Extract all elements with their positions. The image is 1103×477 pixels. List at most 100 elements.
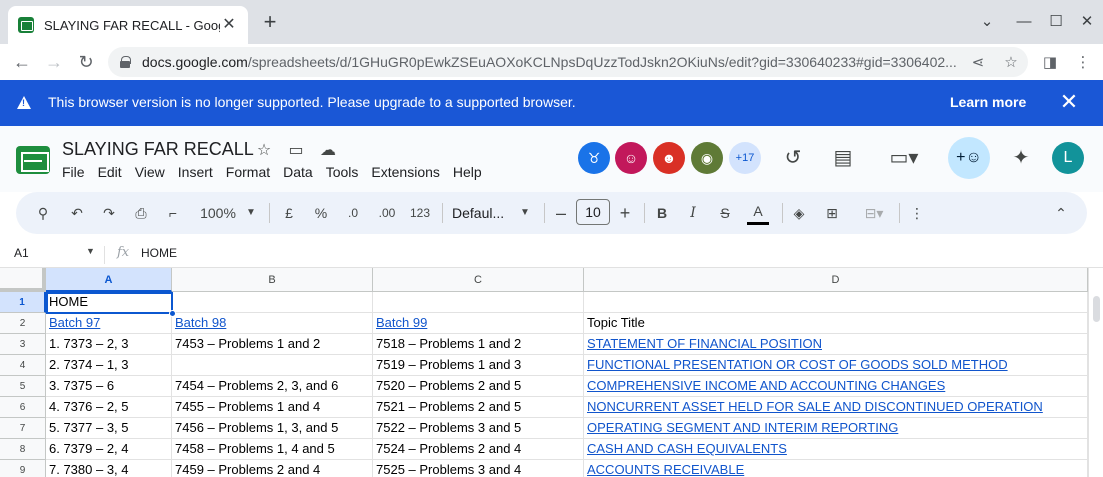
print-icon[interactable]: ⎙ — [130, 201, 152, 225]
zoom-chevron-down-icon[interactable]: ▼ — [244, 201, 258, 225]
more-options-icon[interactable]: ⋮ — [907, 201, 927, 225]
table-cell[interactable]: HOME — [46, 292, 172, 313]
gemini-sparkle-icon[interactable]: ✦ — [1006, 143, 1036, 173]
table-cell[interactable] — [172, 292, 373, 313]
close-window-icon[interactable]: ✕ — [1075, 10, 1099, 34]
browser-menu-icon[interactable]: ⋮ — [1072, 52, 1094, 74]
font-size-input[interactable]: 10 — [576, 199, 610, 225]
close-banner-icon[interactable]: ✕ — [1058, 90, 1080, 114]
menu-file[interactable]: File — [62, 164, 85, 180]
fill-handle[interactable] — [169, 310, 176, 317]
learn-more-link[interactable]: Learn more — [950, 94, 1026, 110]
close-tab-icon[interactable]: ✕ — [220, 16, 238, 34]
fill-color-icon[interactable]: ◈ — [788, 201, 810, 225]
more-collaborators-badge[interactable]: +17 — [729, 142, 761, 174]
browser-tab[interactable]: SLAYING FAR RECALL - Google Sh ✕ — [8, 6, 248, 44]
menu-insert[interactable]: Insert — [178, 164, 213, 180]
table-cell[interactable]: 7453 – Problems 1 and 2 — [172, 334, 373, 355]
table-cell-link[interactable]: NONCURRENT ASSET HELD FOR SALE AND DISCO… — [584, 397, 1088, 418]
table-cell-link[interactable]: Batch 98 — [172, 313, 373, 334]
table-cell[interactable]: 6. 7379 – 2, 4 — [46, 439, 172, 460]
table-cell[interactable]: 3. 7375 – 6 — [46, 376, 172, 397]
share-button[interactable]: +☺ — [948, 137, 990, 179]
increase-decimal-button[interactable]: .00 — [373, 201, 401, 225]
merge-cells-icon[interactable]: ⊟▾ — [854, 201, 894, 225]
collaborator-avatar-dog-icon[interactable]: ☻ — [653, 142, 685, 174]
document-title[interactable]: SLAYING FAR RECALL — [62, 139, 254, 160]
table-cell[interactable]: 7454 – Problems 2, 3, and 6 — [172, 376, 373, 397]
meet-video-icon[interactable]: ▭▾ — [880, 143, 928, 173]
name-box-chevron-down-icon[interactable]: ▼ — [86, 246, 95, 256]
column-header-b[interactable]: B — [172, 268, 373, 292]
menu-help[interactable]: Help — [453, 164, 482, 180]
font-chevron-down-icon[interactable]: ▼ — [518, 201, 532, 225]
table-cell-link[interactable]: ACCOUNTS RECEIVABLE — [584, 460, 1088, 477]
menu-data[interactable]: Data — [283, 164, 313, 180]
table-cell[interactable]: 7525 – Problems 3 and 4 — [373, 460, 584, 477]
undo-icon[interactable]: ↶ — [66, 201, 88, 225]
menu-tools[interactable]: Tools — [326, 164, 359, 180]
address-bar[interactable]: docs.google.com/spreadsheets/d/1GHuGR0pE… — [108, 47, 1028, 77]
menu-format[interactable]: Format — [226, 164, 270, 180]
minimize-icon[interactable]: — — [1012, 10, 1036, 34]
table-cell[interactable]: 7455 – Problems 1 and 4 — [172, 397, 373, 418]
name-box[interactable]: A1 — [14, 246, 29, 260]
comments-icon[interactable]: ▤ — [828, 143, 858, 173]
column-header-c[interactable]: C — [373, 268, 584, 292]
table-cell[interactable] — [373, 292, 584, 313]
user-avatar[interactable]: L — [1052, 142, 1084, 174]
table-cell-link[interactable]: STATEMENT OF FINANCIAL POSITION — [584, 334, 1088, 355]
formula-input[interactable]: HOME — [141, 246, 177, 260]
table-cell-link[interactable]: COMPREHENSIVE INCOME AND ACCOUNTING CHAN… — [584, 376, 1088, 397]
table-cell[interactable]: 7522 – Problems 3 and 5 — [373, 418, 584, 439]
tab-search-icon[interactable]: ⌄ — [975, 10, 999, 34]
row-header[interactable]: 5 — [0, 376, 46, 397]
table-cell-link[interactable]: OPERATING SEGMENT AND INTERIM REPORTING — [584, 418, 1088, 439]
table-cell[interactable] — [584, 292, 1088, 313]
cloud-status-icon[interactable]: ☁ — [317, 140, 339, 162]
row-header[interactable]: 8 — [0, 439, 46, 460]
back-icon[interactable]: ← — [8, 48, 36, 76]
table-cell[interactable]: 7520 – Problems 2 and 5 — [373, 376, 584, 397]
side-panel-icon[interactable]: ◨ — [1039, 52, 1061, 74]
table-cell[interactable]: 1. 7373 – 2, 3 — [46, 334, 172, 355]
vertical-scrollbar[interactable] — [1088, 268, 1103, 477]
italic-button[interactable]: I — [683, 201, 703, 225]
bold-button[interactable]: B — [652, 201, 672, 225]
redo-icon[interactable]: ↷ — [98, 201, 120, 225]
increase-font-size-icon[interactable]: + — [616, 201, 634, 225]
scrollbar-thumb[interactable] — [1093, 296, 1100, 322]
font-family-select[interactable]: Defaul... — [452, 201, 516, 225]
number-format-button[interactable]: 123 — [407, 201, 433, 225]
row-header[interactable]: 6 — [0, 397, 46, 418]
table-cell[interactable]: 2. 7374 – 1, 3 — [46, 355, 172, 376]
percent-format-button[interactable]: % — [311, 201, 331, 225]
row-header[interactable]: 3 — [0, 334, 46, 355]
table-cell[interactable]: 7518 – Problems 1 and 2 — [373, 334, 584, 355]
row-header[interactable]: 7 — [0, 418, 46, 439]
table-cell[interactable]: 5. 7377 – 3, 5 — [46, 418, 172, 439]
table-cell[interactable]: 7519 – Problems 1 and 3 — [373, 355, 584, 376]
row-header[interactable]: 2 — [0, 313, 46, 334]
table-cell[interactable]: 7. 7380 – 3, 4 — [46, 460, 172, 477]
table-cell[interactable]: 7459 – Problems 2 and 4 — [172, 460, 373, 477]
sheets-logo-icon[interactable] — [16, 146, 50, 174]
table-cell[interactable] — [172, 355, 373, 376]
table-cell-link[interactable]: CASH AND CASH EQUIVALENTS — [584, 439, 1088, 460]
maximize-icon[interactable]: ☐ — [1044, 10, 1068, 34]
table-cell[interactable]: 7524 – Problems 2 and 4 — [373, 439, 584, 460]
collaborator-avatar-cat-icon[interactable]: ☺ — [615, 142, 647, 174]
table-cell-link[interactable]: Batch 99 — [373, 313, 584, 334]
collaborator-avatar-ghost-icon[interactable]: ◉ — [691, 142, 723, 174]
currency-format-button[interactable]: £ — [279, 201, 299, 225]
row-header[interactable]: 4 — [0, 355, 46, 376]
borders-icon[interactable]: ⊞ — [821, 201, 843, 225]
menu-edit[interactable]: Edit — [98, 164, 122, 180]
table-cell[interactable]: 7521 – Problems 2 and 5 — [373, 397, 584, 418]
bookmark-star-icon[interactable]: ☆ — [1000, 52, 1022, 74]
move-folder-icon[interactable]: ▭ — [285, 140, 307, 162]
row-header[interactable]: 1 — [0, 292, 46, 313]
new-tab-button[interactable]: + — [258, 10, 282, 34]
column-header-d[interactable]: D — [584, 268, 1088, 292]
decrease-decimal-button[interactable]: .0 — [341, 201, 365, 225]
